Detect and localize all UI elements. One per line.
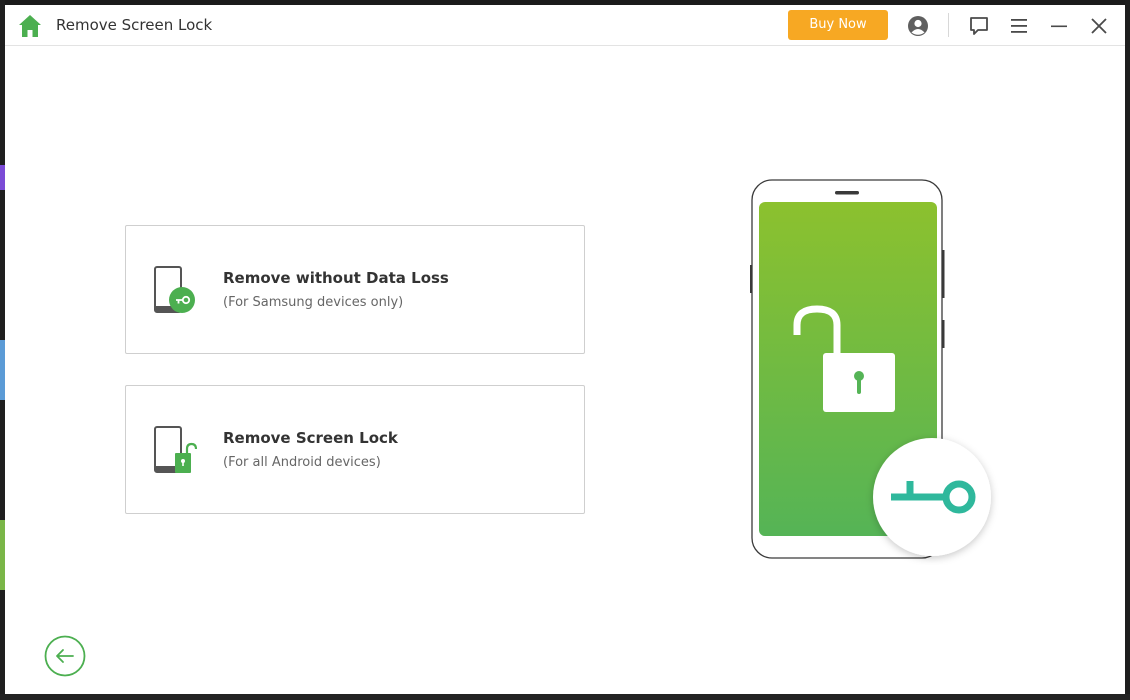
toolbar-divider [948, 13, 949, 37]
menu-icon [1011, 19, 1027, 33]
back-arrow-icon [44, 635, 86, 677]
back-button[interactable] [44, 635, 86, 677]
close-icon [1091, 18, 1107, 34]
key-badge-icon [873, 438, 991, 556]
minimize-icon [1051, 25, 1067, 28]
desktop-right-edge [1125, 0, 1130, 700]
account-button[interactable] [906, 14, 930, 38]
feedback-button[interactable] [967, 14, 991, 38]
account-icon [908, 16, 928, 36]
option-title: Remove without Data Loss [223, 269, 449, 287]
phone-key-icon [153, 266, 197, 316]
option-title: Remove Screen Lock [223, 429, 398, 447]
option-subtitle: (For all Android devices) [223, 455, 381, 470]
phone-unlock-illustration [745, 175, 1005, 565]
option-remove-without-data-loss[interactable]: Remove without Data Loss (For Samsung de… [125, 225, 585, 354]
home-button[interactable] [17, 13, 43, 39]
buy-now-button[interactable]: Buy Now [788, 10, 888, 40]
title-bar: Remove Screen Lock Buy Now [5, 5, 1125, 46]
app-title: Remove Screen Lock [56, 16, 213, 34]
home-icon [19, 15, 41, 37]
close-button[interactable] [1087, 14, 1111, 38]
menu-button[interactable] [1007, 14, 1031, 38]
desktop-bottom-edge [0, 694, 1130, 700]
phone-unlock-icon [153, 426, 198, 476]
minimize-button[interactable] [1047, 14, 1071, 38]
app-window: Remove Screen Lock Buy Now Remove withou… [5, 5, 1125, 694]
option-subtitle: (For Samsung devices only) [223, 295, 404, 310]
feedback-icon [970, 17, 988, 35]
option-remove-screen-lock[interactable]: Remove Screen Lock (For all Android devi… [125, 385, 585, 514]
